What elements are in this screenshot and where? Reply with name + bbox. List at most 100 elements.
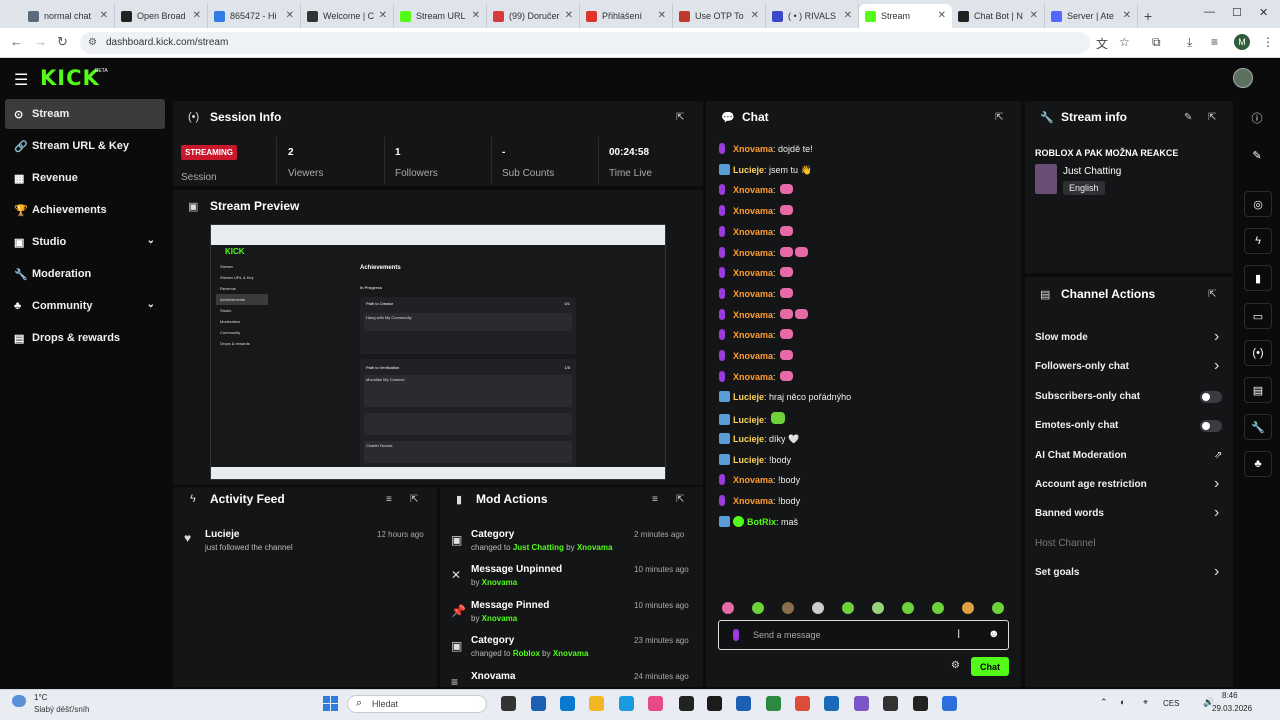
camera-icon[interactable]: ◎ [1244, 191, 1272, 217]
back-icon[interactable]: ← [10, 34, 23, 49]
emote-icon[interactable] [771, 412, 786, 425]
calculator-icon[interactable] [824, 696, 839, 711]
sidebar-item-stream[interactable]: ⊙ Stream [5, 99, 165, 129]
windows-start-icon[interactable] [323, 696, 339, 712]
info-icon[interactable]: ⓘ [1240, 105, 1274, 131]
chat-username[interactable]: Xnovama [733, 330, 773, 340]
emote-icon[interactable] [780, 329, 794, 340]
channel-action-label[interactable]: AI Chat Moderation [1035, 450, 1127, 461]
quick-emote-icon[interactable] [752, 602, 764, 614]
network-icon[interactable]: ⌖ [1143, 697, 1148, 708]
emote-icon[interactable] [780, 350, 794, 360]
emote-icon[interactable] [780, 267, 794, 278]
chat-username[interactable]: Xnovama [733, 351, 773, 361]
quick-emote-icon[interactable] [962, 602, 974, 614]
emote-icon[interactable] [780, 184, 794, 195]
tab-close-icon[interactable]: ✕ [658, 10, 666, 21]
broadcast-icon[interactable]: (•) [1244, 340, 1272, 366]
browser-tab[interactable]: Chat Bot | N ✕ [952, 4, 1045, 28]
chat-username[interactable]: Xnovama [733, 144, 773, 154]
clipboard-icon[interactable]: ▮ [1244, 265, 1272, 291]
snipping-tool-icon[interactable] [913, 696, 928, 711]
chevron-right-icon[interactable]: › [1214, 564, 1219, 580]
filter-icon[interactable]: ≡ [652, 494, 658, 505]
obs-icon[interactable] [883, 696, 898, 711]
chat-send-button[interactable]: Chat [971, 657, 1009, 676]
chat-username[interactable]: Xnovama [733, 372, 773, 382]
browser-tab[interactable]: Stream URL ✕ [394, 4, 487, 28]
channel-action-label[interactable]: Slow mode [1035, 332, 1088, 343]
chevron-down-icon[interactable]: ⌄ [147, 299, 155, 310]
chat-username[interactable]: Xnovama [733, 496, 773, 506]
stream-preview-video[interactable]: KICK Stream Stream URL & Key Revenue Achiev… [210, 224, 666, 480]
chat-username[interactable]: Xnovama [733, 227, 773, 237]
tab-close-icon[interactable]: ✕ [379, 10, 387, 21]
chevron-right-icon[interactable]: › [1214, 476, 1219, 492]
chat-username[interactable]: Lucieje [733, 165, 764, 175]
tray-app-icon[interactable]: ◐ [1120, 697, 1125, 707]
chat-username[interactable]: BotRix [747, 517, 776, 527]
browser-tab[interactable]: normal chat ✕ [22, 4, 115, 28]
minecraft-icon[interactable] [766, 696, 781, 711]
browser-profile-avatar[interactable]: M [1234, 34, 1250, 50]
emote-icon[interactable] [780, 225, 794, 236]
task-view-icon[interactable] [501, 696, 516, 711]
language-indicator[interactable]: CES [1163, 699, 1179, 708]
channel-action-label[interactable]: Set goals [1035, 567, 1079, 578]
translate-icon[interactable]: 文 [1096, 35, 1108, 52]
emote-icon[interactable] [780, 246, 794, 257]
kebab-menu-icon[interactable]: ⋮ [1262, 35, 1274, 49]
emote-icon[interactable] [780, 287, 794, 298]
tab-close-icon[interactable]: ✕ [565, 10, 573, 21]
tab-close-icon[interactable]: ✕ [286, 10, 294, 21]
clock-time[interactable]: 8:46 [1222, 691, 1238, 700]
browser-tab[interactable]: 865472 - Hi ✕ [208, 4, 301, 28]
popout-icon[interactable]: ⇱ [410, 494, 418, 505]
chat-username[interactable]: Lucieje [733, 455, 764, 465]
forward-icon[interactable]: → [34, 34, 47, 49]
browser-tab[interactable]: Welcome | C ✕ [301, 4, 394, 28]
mod-action-target[interactable]: Roblox [513, 649, 540, 658]
clock-date[interactable]: 29.03.2026 [1212, 704, 1252, 713]
reload-icon[interactable]: ↻ [57, 34, 68, 50]
channel-icon[interactable]: ▤ [1244, 377, 1272, 403]
emote-icon[interactable] [795, 308, 809, 319]
chat-username[interactable]: Xnovama [733, 475, 773, 485]
quick-emote-icon[interactable] [872, 602, 884, 614]
popout-icon[interactable]: ⇱ [676, 112, 684, 123]
toggle-switch[interactable] [1200, 390, 1222, 403]
channel-action-label[interactable]: Account age restriction [1035, 479, 1147, 490]
extensions-icon[interactable]: ⧉ [1152, 35, 1161, 50]
sidebar-item-stream-url-key[interactable]: 🔗 Stream URL & Key [5, 131, 165, 161]
mod-action-target[interactable]: Just Chatting [513, 543, 564, 552]
category-name[interactable]: Just Chatting [1063, 166, 1121, 177]
external-link-icon[interactable]: ⇗ [1214, 450, 1222, 461]
emote-icon[interactable] [795, 246, 809, 257]
chat-username[interactable]: Lucieje [733, 392, 764, 402]
chat-username[interactable]: Xnovama [733, 206, 773, 216]
chevron-right-icon[interactable]: › [1214, 329, 1219, 345]
chat-username[interactable]: Xnovama [733, 185, 773, 195]
site-info-icon[interactable]: ⚙ [88, 32, 97, 54]
outlook-icon[interactable] [560, 696, 575, 711]
epic-games-icon[interactable] [679, 696, 694, 711]
tab-close-icon[interactable]: ✕ [193, 10, 201, 21]
wrench-icon[interactable]: 🔧 [1244, 414, 1272, 440]
download-app-icon[interactable] [736, 696, 751, 711]
viber-icon[interactable] [854, 696, 869, 711]
minimize-icon[interactable]: — [1204, 6, 1215, 18]
activity-user[interactable]: Lucieje [205, 529, 239, 540]
emote-icon[interactable] [780, 308, 794, 319]
quick-emote-icon[interactable] [722, 602, 734, 614]
quick-emote-icon[interactable] [932, 602, 944, 614]
chat-input[interactable]: Send a message I ☻ [718, 620, 1009, 650]
channel-action-label[interactable]: Banned words [1035, 508, 1104, 519]
chat-username[interactable]: Xnovama [733, 268, 773, 278]
sidebar-item-drops-rewards[interactable]: ▤ Drops & rewards [5, 323, 165, 353]
new-tab-button[interactable]: + [1138, 4, 1158, 28]
tab-close-icon[interactable]: ✕ [472, 10, 480, 21]
app-icon[interactable] [942, 696, 957, 711]
emoji-picker-icon[interactable]: ☻ [988, 628, 1000, 640]
user-avatar[interactable] [1233, 68, 1253, 88]
mod-action-user[interactable]: Xnovama [553, 649, 589, 658]
